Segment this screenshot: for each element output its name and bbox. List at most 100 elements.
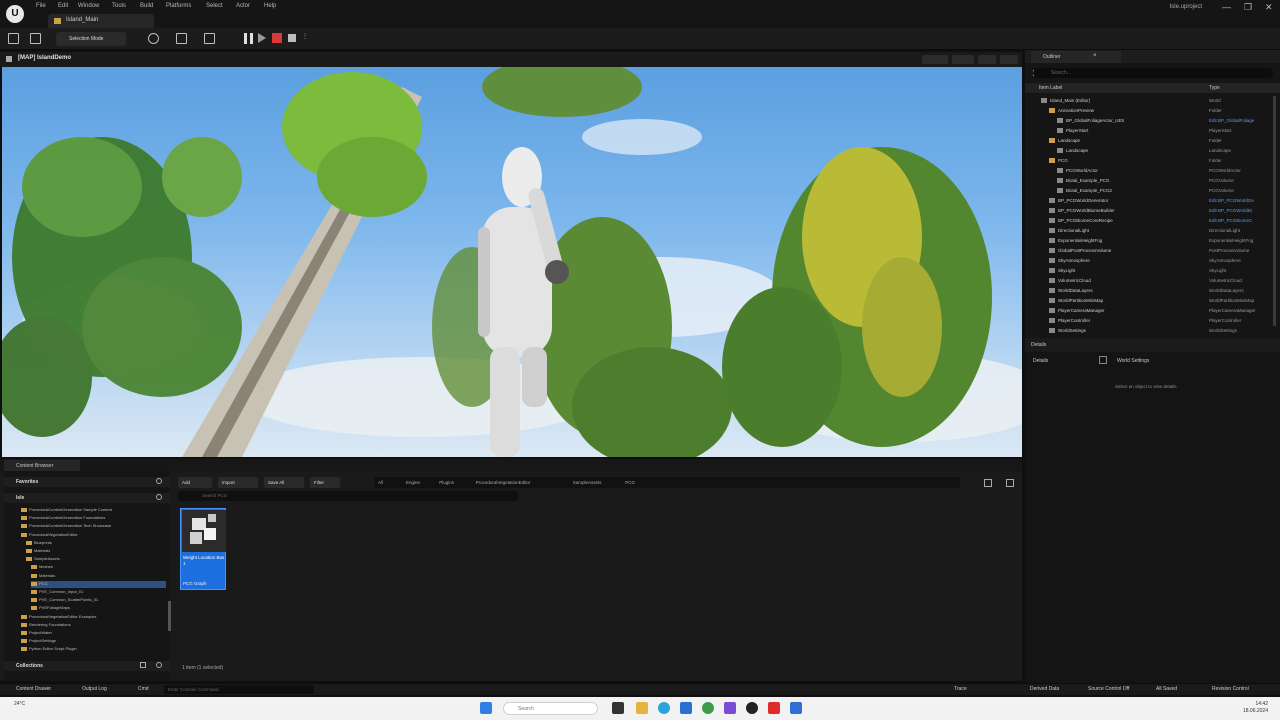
stop-icon[interactable]	[272, 33, 282, 43]
outliner-row[interactable]: ExponentialHeightFog ExponentialHeightFog	[1025, 236, 1271, 246]
outliner-row[interactable]: SkyLight SkyLight	[1025, 266, 1271, 276]
outliner-item-type[interactable]: Edit BP_PCGWorldBi	[1209, 208, 1252, 213]
outliner-item-type[interactable]: Edit BP_PCGBiomeC	[1209, 218, 1252, 223]
outliner-item-type[interactable]: Edit BP_PCGWorldGe	[1209, 198, 1254, 203]
save-all-button[interactable]: Save All	[264, 477, 304, 488]
chrome-icon[interactable]	[702, 702, 714, 714]
viewport-menu-icon[interactable]	[6, 56, 12, 62]
outliner-item-type[interactable]: Edit BP_GlobalFoliage	[1209, 118, 1254, 123]
folder-tree-item[interactable]: ProceduralContentGeneration Sample Conte…	[21, 507, 166, 514]
console-command-input[interactable]: Enter Console Command	[164, 685, 314, 694]
folder-tree-item[interactable]: ProceduralContentGeneration Tech Showcas…	[21, 523, 166, 530]
breadcrumb-item[interactable]: Engine	[406, 480, 420, 485]
level-viewport[interactable]	[2, 67, 1022, 457]
folder-tree-item[interactable]: SampleAssets	[26, 556, 166, 563]
close-icon[interactable]	[1099, 356, 1107, 364]
outliner-row[interactable]: BP_PCGWorldGenerator Edit BP_PCGWorldGe	[1025, 196, 1271, 206]
content-browser-tab[interactable]: Content Browser	[4, 460, 80, 471]
outliner-row[interactable]: BP_PCGBiomeCoreRecipe Edit BP_PCGBiomeC	[1025, 216, 1271, 226]
folder-tree-item[interactable]: PVE_Common_Input_01	[31, 589, 166, 596]
project-header[interactable]: Isle	[4, 493, 170, 503]
folder-tree-item[interactable]: Python Editor Script Plugin	[21, 646, 166, 653]
content-drawer-button[interactable]: Content Drawer	[16, 686, 51, 692]
outliner-row[interactable]: SkyAtmosphere SkyAtmosphere	[1025, 256, 1271, 266]
folder-tree-item[interactable]: Meshes	[31, 564, 166, 571]
store-icon[interactable]	[680, 702, 692, 714]
play-options-icon[interactable]: ⋮	[302, 33, 311, 44]
unreal-logo-icon[interactable]: U	[6, 5, 24, 23]
outliner-close-icon[interactable]: ×	[1093, 53, 1097, 59]
minimize-button[interactable]: —	[1222, 2, 1231, 12]
outliner-row[interactable]: PlayerStart PlayerStart	[1025, 126, 1271, 136]
settings-icon[interactable]	[984, 479, 992, 487]
breadcrumb-item[interactable]: ProceduralVegetationEditor	[476, 480, 531, 485]
outliner-scrollbar[interactable]	[1273, 96, 1276, 326]
derived-data-button[interactable]: Derived Data	[1030, 686, 1059, 692]
outliner-row[interactable]: DirectionalLight DirectionalLight	[1025, 226, 1271, 236]
search-icon[interactable]	[156, 478, 162, 484]
system-clock[interactable]: 14:42 18.06.2024	[1243, 701, 1268, 715]
cinematics-icon[interactable]	[204, 33, 215, 44]
folder-tree-item[interactable]: PVE_Common_ScatterPoints_01	[31, 597, 166, 604]
folder-tree-item[interactable]: ProceduralVegetationEditor Examples	[21, 614, 166, 621]
breadcrumb-item[interactable]: Plugins	[439, 480, 454, 485]
menu-help[interactable]: Help	[264, 3, 276, 9]
source-control-button[interactable]: Source Control Off	[1088, 686, 1129, 692]
outliner-row[interactable]: Landscape Folder	[1025, 136, 1271, 146]
menu-window[interactable]: Window	[78, 3, 99, 9]
folder-tree-item[interactable]: Rendering Foundations	[21, 622, 166, 629]
dock-icon[interactable]	[1006, 479, 1014, 487]
breadcrumb-item[interactable]: PCG	[625, 480, 635, 485]
outliner-row[interactable]: Island_Main (Editor) World	[1025, 96, 1271, 106]
add-button[interactable]: Add	[178, 477, 212, 488]
save-icon[interactable]	[8, 33, 19, 44]
cmd-dropdown[interactable]: Cmd	[138, 686, 149, 692]
lit-mode-button[interactable]	[922, 55, 948, 64]
add-collection-icon[interactable]	[140, 662, 146, 668]
add-actor-icon[interactable]	[148, 33, 159, 44]
folder-tree-item[interactable]: ProjectWater	[21, 630, 166, 637]
trace-button[interactable]: Trace	[954, 686, 967, 692]
outliner-row[interactable]: Landscape Landscape	[1025, 146, 1271, 156]
level-tab[interactable]: Island_Main	[48, 14, 154, 28]
word-icon[interactable]	[790, 702, 802, 714]
viewport-settings-button[interactable]	[1000, 55, 1018, 64]
output-log-button[interactable]: Output Log	[82, 686, 107, 692]
outliner-row[interactable]: WorldDataLayers WorldDataLayers	[1025, 286, 1271, 296]
menu-build[interactable]: Build	[140, 3, 153, 9]
outliner-row[interactable]: VolumetricCloud VolumetricCloud	[1025, 276, 1271, 286]
col-item-label[interactable]: Item Label	[1039, 85, 1062, 91]
folder-tree-item[interactable]: Materials	[31, 573, 166, 580]
start-icon[interactable]	[480, 702, 492, 714]
outliner-row[interactable]: PCG Folder	[1025, 156, 1271, 166]
favorites-header[interactable]: Favorites	[4, 477, 170, 487]
folder-tree-item[interactable]: ProceduralContentGeneration Foundations	[21, 515, 166, 522]
scalability-button[interactable]	[978, 55, 996, 64]
breadcrumb-item[interactable]: All	[378, 480, 383, 485]
selection-mode-dropdown[interactable]: Selection Mode	[56, 32, 126, 46]
menu-edit[interactable]: Edit	[58, 3, 68, 9]
outliner-search-input[interactable]: Search...	[1033, 68, 1273, 78]
outliner-row[interactable]: PCGWorldActor PCGWorldActor	[1025, 166, 1271, 176]
menu-select[interactable]: Select	[206, 3, 223, 9]
all-saved-indicator[interactable]: All Saved	[1156, 686, 1177, 692]
revision-control-button[interactable]: Revision Control	[1212, 686, 1249, 692]
outliner-row[interactable]: GlobalPostProcessVolume PostProcessVolume	[1025, 246, 1271, 256]
filter-button[interactable]: Filter	[310, 477, 340, 488]
youtube-icon[interactable]	[768, 702, 780, 714]
edge-icon[interactable]	[658, 702, 670, 714]
folder-tree-item[interactable]: ProjectSettings	[21, 638, 166, 645]
import-button[interactable]: Import	[218, 477, 258, 488]
outliner-row[interactable]: AnimationPreview Folder	[1025, 106, 1271, 116]
task-view-icon[interactable]	[612, 702, 624, 714]
col-type[interactable]: Type	[1209, 85, 1220, 91]
file-explorer-icon[interactable]	[636, 702, 648, 714]
maximize-button[interactable]: ❐	[1244, 2, 1252, 13]
menu-file[interactable]: File	[36, 3, 46, 9]
asset-search-input[interactable]: Search PCG	[178, 491, 518, 501]
taskbar-search[interactable]: Search	[503, 702, 598, 715]
folder-tree-item[interactable]: PCG	[31, 580, 166, 588]
asset-tile[interactable]: Weight Location Bas 1 PCG Graph	[180, 508, 226, 590]
outliner-row[interactable]: PlayerCameraManager PlayerCameraManager	[1025, 306, 1271, 316]
show-button[interactable]	[952, 55, 974, 64]
